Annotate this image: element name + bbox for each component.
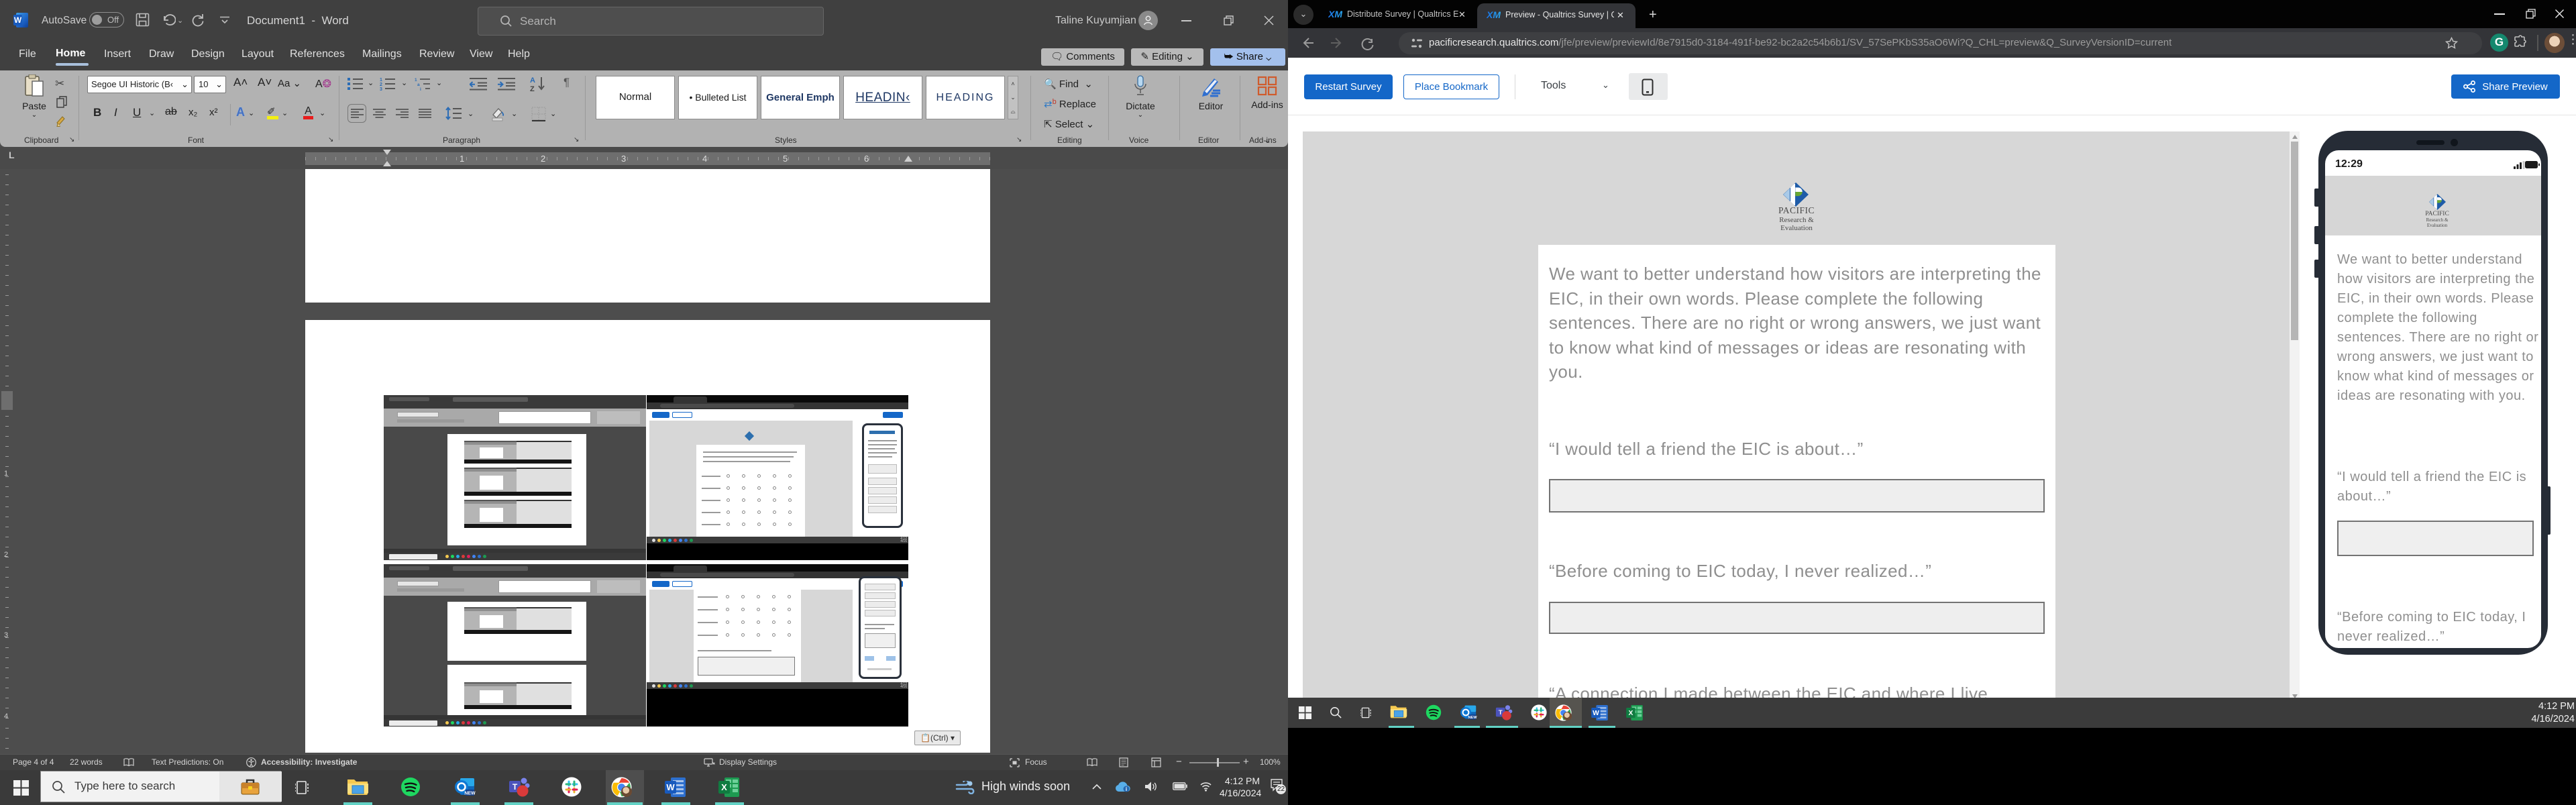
svg-text:W: W [666, 782, 675, 792]
svg-text:NEW: NEW [1468, 716, 1477, 720]
svg-text:Z: Z [530, 85, 535, 92]
svg-text:1: 1 [415, 78, 417, 83]
svg-text:i: i [420, 87, 421, 91]
svg-text:2: 2 [380, 83, 382, 87]
svg-text:1: 1 [380, 78, 382, 83]
svg-text:a: a [417, 83, 420, 87]
svg-text:A: A [530, 76, 535, 85]
svg-text:X: X [721, 782, 727, 792]
svg-text:X: X [1629, 710, 1633, 717]
svg-text:i: i [1126, 786, 1127, 792]
svg-text:T: T [1499, 709, 1503, 716]
svg-text:NEW: NEW [464, 792, 476, 796]
svg-text:W: W [1593, 710, 1599, 717]
svg-text:3: 3 [380, 87, 382, 91]
